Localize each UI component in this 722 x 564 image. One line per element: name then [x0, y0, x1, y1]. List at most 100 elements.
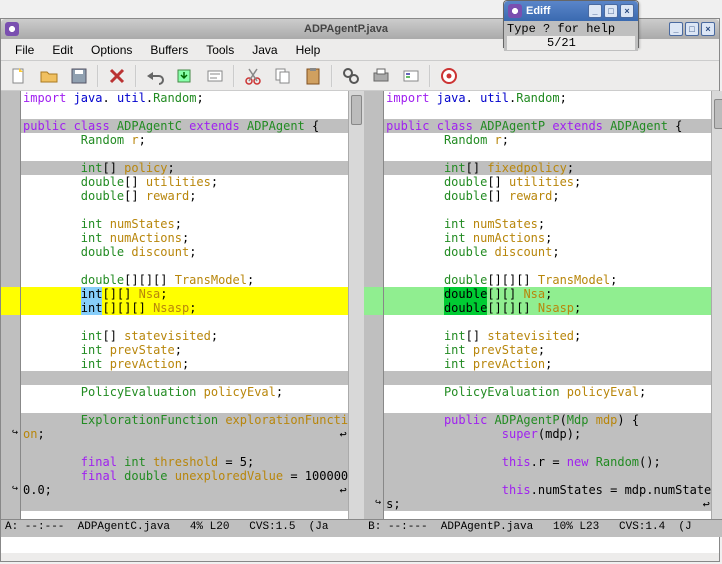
code-line[interactable]: int prevState; [21, 343, 348, 357]
copy-icon[interactable] [271, 64, 295, 88]
menu-tools[interactable]: Tools [198, 41, 242, 59]
code-line[interactable]: s; [384, 497, 711, 511]
scrollbar[interactable] [711, 91, 722, 519]
code-line[interactable]: double[] utilities; [384, 175, 711, 189]
code-line[interactable]: public ADPAgentP(Mdp mdp) { [384, 413, 711, 427]
menu-options[interactable]: Options [83, 41, 140, 59]
right-pane[interactable]: ↪ import java. util.Random; public class … [364, 91, 722, 519]
menu-file[interactable]: File [7, 41, 42, 59]
ediff-window[interactable]: Ediff _ □ × Type ? for help 5/21 [503, 0, 639, 48]
code-line[interactable]: Random r; [384, 133, 711, 147]
code-line[interactable]: double[] reward; [384, 189, 711, 203]
code-line[interactable]: Random r; [21, 133, 348, 147]
code-line[interactable]: 0.0; [21, 483, 348, 497]
menu-help[interactable]: Help [288, 41, 329, 59]
code-line[interactable]: PolicyEvaluation policyEval; [384, 385, 711, 399]
ediff-progress: 5/21 [507, 36, 635, 50]
scrollbar[interactable] [348, 91, 364, 519]
code-line[interactable]: int[][] Nsa; [21, 287, 348, 301]
code-line[interactable] [21, 147, 348, 161]
code-line[interactable] [21, 203, 348, 217]
code-line[interactable]: int[] statevisited; [21, 329, 348, 343]
code-line[interactable]: super(mdp); [384, 427, 711, 441]
new-file-icon[interactable] [7, 64, 31, 88]
left-pane[interactable]: ↪↪ import java. util.Random;public class… [1, 91, 364, 519]
code-line[interactable] [384, 441, 711, 455]
maximize-icon[interactable]: □ [604, 4, 618, 18]
code-line[interactable]: double[][] Nsa; [384, 287, 711, 301]
save-icon[interactable] [67, 64, 91, 88]
code-line[interactable]: on; [21, 427, 348, 441]
undo-icon[interactable] [143, 64, 167, 88]
code-line[interactable]: int prevAction; [384, 357, 711, 371]
code-line[interactable] [21, 371, 348, 385]
toolbar [1, 61, 719, 91]
code-line[interactable]: PolicyEvaluation policyEval; [21, 385, 348, 399]
menu-edit[interactable]: Edit [44, 41, 81, 59]
code-line[interactable]: int[] policy; [21, 161, 348, 175]
minibuffer[interactable] [1, 537, 719, 553]
modeline-right: B: --:--- ADPAgentP.java 10% L23 CVS:1.4… [364, 519, 722, 537]
preferences-icon[interactable] [399, 64, 423, 88]
menu-buffers[interactable]: Buffers [142, 41, 196, 59]
code-line[interactable]: import java. util.Random; [384, 91, 711, 105]
right-fringe: ↪ [364, 91, 384, 519]
cut-icon[interactable] [241, 64, 265, 88]
code-line[interactable]: double discount; [21, 245, 348, 259]
code-line[interactable] [21, 441, 348, 455]
goto-icon[interactable] [203, 64, 227, 88]
code-line[interactable]: int prevState; [384, 343, 711, 357]
search-icon[interactable] [339, 64, 363, 88]
code-line[interactable]: final int threshold = 5; [21, 455, 348, 469]
code-line[interactable]: ExplorationFunction explorationFuncti↩ [21, 413, 348, 427]
paste-icon[interactable] [301, 64, 325, 88]
code-line[interactable] [21, 105, 348, 119]
code-line[interactable] [384, 147, 711, 161]
code-line[interactable]: int[][][] Nsasp; [21, 301, 348, 315]
minimize-icon[interactable]: _ [669, 22, 683, 36]
code-line[interactable] [21, 497, 348, 511]
code-line[interactable] [21, 399, 348, 413]
close-icon[interactable]: × [620, 4, 634, 18]
code-line[interactable]: int[] fixedpolicy; [384, 161, 711, 175]
code-line[interactable]: int prevAction; [21, 357, 348, 371]
ediff-titlebar[interactable]: Ediff _ □ × [504, 1, 638, 21]
code-line[interactable]: int numStates; [21, 217, 348, 231]
code-line[interactable] [384, 469, 711, 483]
right-code[interactable]: import java. util.Random; public class AD… [384, 91, 711, 519]
close-file-icon[interactable] [105, 64, 129, 88]
code-line[interactable] [384, 315, 711, 329]
code-line[interactable] [384, 105, 711, 119]
maximize-icon[interactable]: □ [685, 22, 699, 36]
code-line[interactable]: int numActions; [21, 231, 348, 245]
code-line[interactable]: this.r = new Random(); [384, 455, 711, 469]
menu-java[interactable]: Java [244, 41, 285, 59]
code-line[interactable]: double[][][] TransModel; [21, 273, 348, 287]
open-file-icon[interactable] [37, 64, 61, 88]
code-line[interactable] [21, 259, 348, 273]
code-line[interactable]: int numActions; [384, 231, 711, 245]
code-line[interactable]: this.numStates = mdp.numState↩ [384, 483, 711, 497]
code-line[interactable]: double[][][] TransModel; [384, 273, 711, 287]
code-line[interactable]: public class ADPAgentP extends ADPAgent … [384, 119, 711, 133]
close-icon[interactable]: × [701, 22, 715, 36]
help-icon[interactable] [437, 64, 461, 88]
code-line[interactable]: import java. util.Random; [21, 91, 348, 105]
code-line[interactable]: double discount; [384, 245, 711, 259]
save-as-icon[interactable] [173, 64, 197, 88]
print-icon[interactable] [369, 64, 393, 88]
minimize-icon[interactable]: _ [588, 4, 602, 18]
code-line[interactable]: int[] statevisited; [384, 329, 711, 343]
left-code[interactable]: import java. util.Random; public class AD… [21, 91, 348, 519]
code-line[interactable]: final double unexploredValue = 100000↩ [21, 469, 348, 483]
code-line[interactable] [384, 203, 711, 217]
code-line[interactable] [21, 315, 348, 329]
code-line[interactable]: double[] reward; [21, 189, 348, 203]
code-line[interactable] [384, 371, 711, 385]
code-line[interactable] [384, 399, 711, 413]
code-line[interactable]: public class ADPAgentC extends ADPAgent … [21, 119, 348, 133]
code-line[interactable]: double[][][] Nsasp; [384, 301, 711, 315]
code-line[interactable]: int numStates; [384, 217, 711, 231]
code-line[interactable]: double[] utilities; [21, 175, 348, 189]
code-line[interactable] [384, 259, 711, 273]
